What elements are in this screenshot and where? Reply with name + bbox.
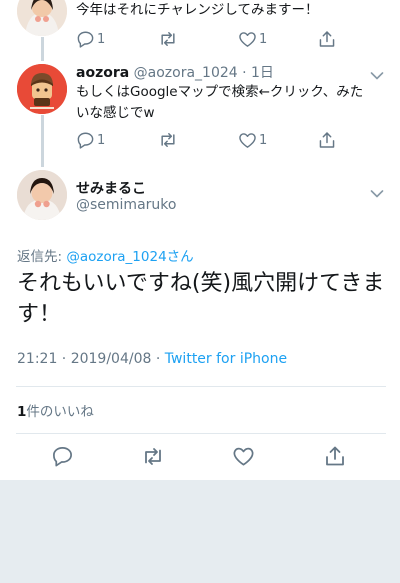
share-icon [324,446,346,471]
tweet-author-line: aozora @aozora_1024 · 1日 [76,62,274,82]
share-button[interactable] [318,30,336,48]
share-button[interactable] [324,445,346,471]
reply-button[interactable] [51,445,74,471]
like-icon [232,447,255,471]
reply-button[interactable]: 1 [76,30,105,48]
main-tweet-actions [0,445,400,469]
reply-icon [51,446,74,471]
chevron-down-icon[interactable] [370,184,384,203]
share-icon [318,131,336,149]
like-icon [238,30,257,48]
like-count: 1 [259,132,268,148]
like-icon [238,131,257,149]
author-handle[interactable]: @aozora_1024 [134,65,238,81]
retweet-button[interactable] [158,30,178,48]
author-handle[interactable]: @semimaruko [76,197,176,213]
tweet-text: 今年はそれにチャレンジしてみますー！ [76,2,319,18]
reply-button[interactable]: 1 [76,131,105,149]
tweet-source[interactable]: Twitter for iPhone [165,351,287,367]
tweet-time[interactable]: · 1日 [242,65,274,81]
share-button[interactable] [318,131,336,149]
thread-line [41,37,44,61]
tweet-actions: 1 1 [76,30,356,50]
retweet-button[interactable] [158,131,178,149]
main-tweet-text: それもいいですね(笑)風穴開けてきます！ [17,271,385,327]
reply-count: 1 [97,31,106,47]
avatar[interactable] [17,64,67,114]
likes-summary[interactable]: 1件のいいね [17,400,94,420]
reply-icon [76,131,95,149]
likes-count: 1 [17,404,27,420]
divider [16,433,386,434]
like-button[interactable] [232,445,255,471]
tweet-actions: 1 1 [76,131,356,151]
reply-icon [76,30,95,48]
share-icon [318,30,336,48]
tweet-meta: 21:21 · 2019/04/08 · Twitter for iPhone [17,351,287,367]
retweet-button[interactable] [141,446,165,471]
retweet-icon [158,30,178,48]
author-name[interactable]: せみまるこ [76,181,146,197]
tweet-detail-panel: 今年はそれにチャレンジしてみますー！ 1 1 aozora @aozora_10… [0,0,400,480]
tweet-text: もしくはGoogleマップで検索←クリック、みたいな感じでw [76,84,364,121]
divider [16,386,386,387]
retweet-icon [141,448,165,471]
like-button[interactable]: 1 [238,131,267,149]
avatar[interactable] [17,0,67,36]
like-button[interactable]: 1 [238,30,267,48]
tweet-timestamp[interactable]: 21:21 · 2019/04/08 [17,351,151,367]
reply-to-prefix: 返信先: [17,249,63,265]
meta-separator: · [155,351,161,367]
reply-to-handle[interactable]: @aozora_1024さん [66,249,193,265]
retweet-icon [158,131,178,149]
main-author-handle[interactable]: @semimaruko [76,197,176,213]
reply-count: 1 [97,132,106,148]
reply-to-line: 返信先: @aozora_1024さん [17,245,194,265]
like-count: 1 [259,31,268,47]
main-author-name[interactable]: せみまるこ [76,178,146,198]
thread-line [41,115,44,167]
author-name[interactable]: aozora [76,65,129,81]
avatar[interactable] [17,170,67,220]
likes-label: 件のいいね [26,404,94,420]
